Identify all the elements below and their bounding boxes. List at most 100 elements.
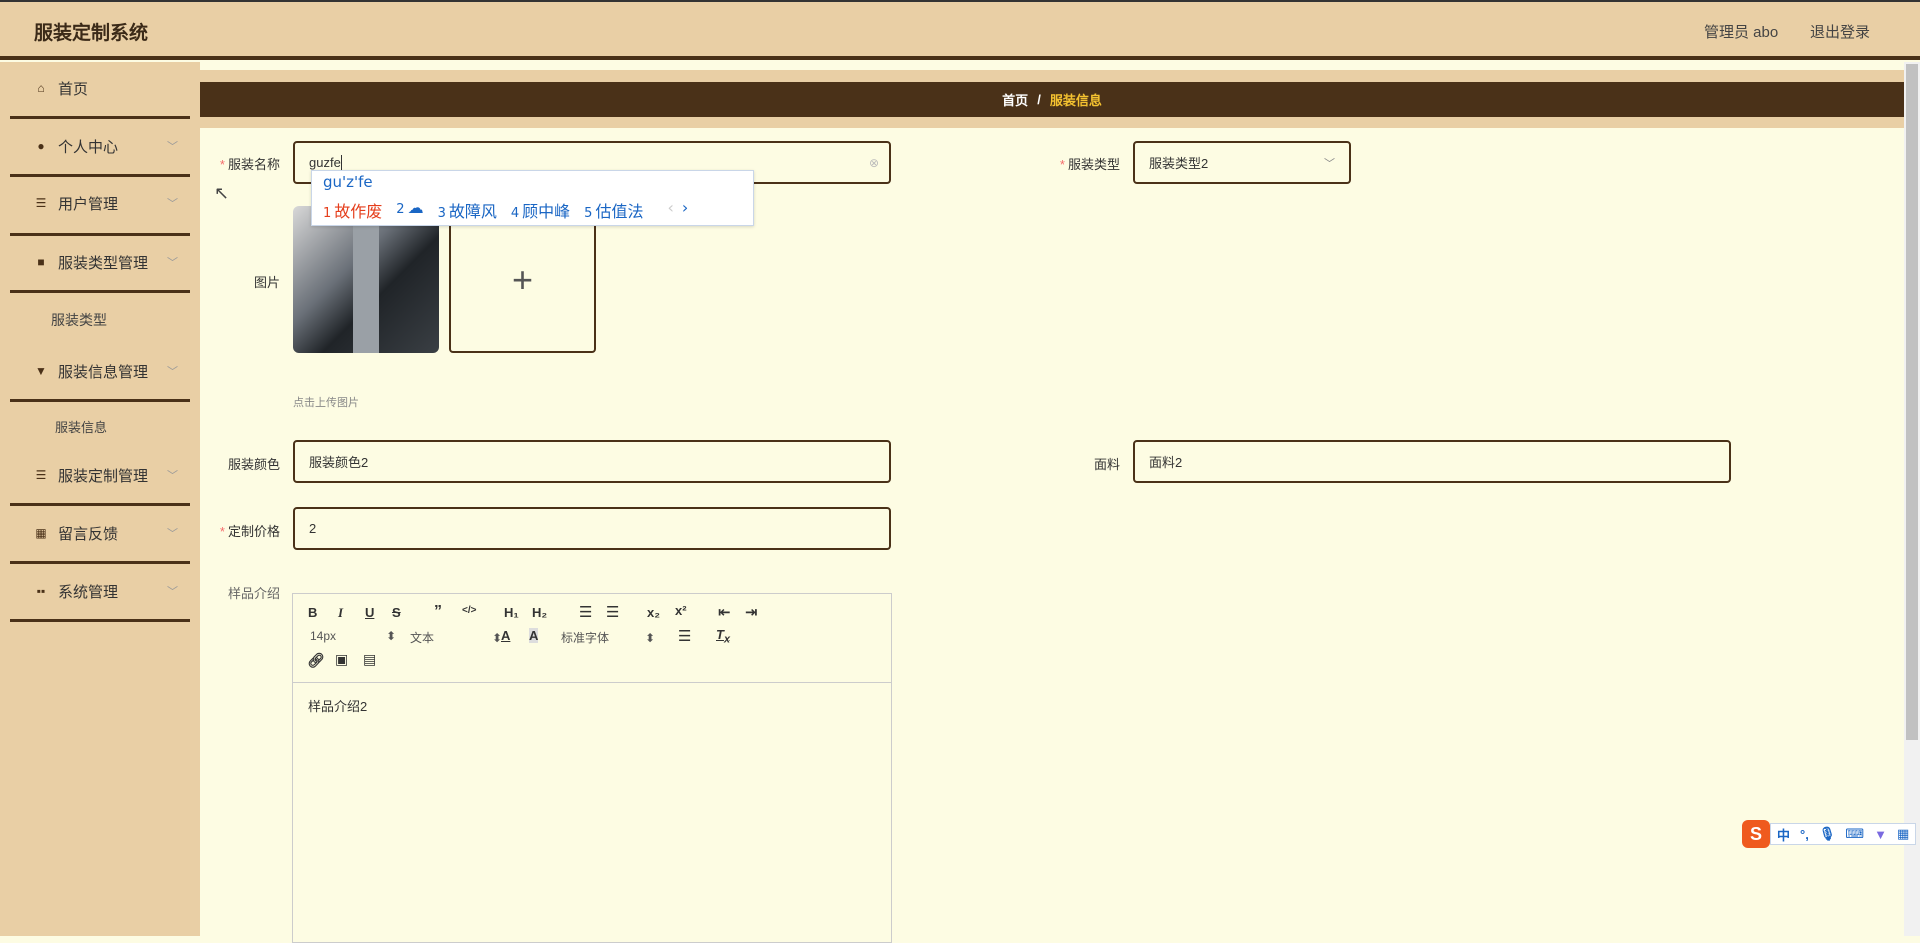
sidebar-item-label: 服装类型管理 [58, 254, 149, 272]
background-color-button[interactable]: A [529, 628, 539, 643]
sidebar-item-type-mgmt[interactable]: ■ 服装类型管理 ﹀ [0, 247, 200, 277]
strike-button[interactable]: S [392, 605, 401, 620]
divider [10, 174, 190, 177]
superscript-button[interactable]: x² [675, 603, 687, 618]
name-label: * 服装名称 [219, 157, 280, 172]
fabric-label: 面料 [1093, 457, 1120, 472]
ime-next-icon[interactable]: › [682, 198, 688, 222]
sidebar-item-feedback[interactable]: ▦ 留言反馈 ﹀ [0, 518, 200, 548]
price-label: * 定制价格 [219, 524, 280, 539]
ordered-list-button[interactable]: ☰ [579, 603, 592, 621]
sidebar-item-profile[interactable]: ● 个人中心 ﹀ [0, 131, 200, 161]
sidebar-item-label: 服装定制管理 [58, 467, 149, 485]
ime-candidate[interactable]: 5 估值法 [584, 198, 643, 222]
sogou-logo-icon[interactable]: S [1742, 820, 1770, 848]
ime-candidate[interactable]: 2 ☁ [396, 198, 423, 222]
bold-button[interactable]: B [308, 605, 317, 620]
user-icon: ● [37, 139, 45, 153]
sidebar-subitem-info[interactable]: 服装信息 [55, 417, 107, 436]
sidebar-item-info-mgmt[interactable]: ▼ 服装信息管理 ﹀ [0, 356, 200, 386]
chevron-down-icon: ﹀ [167, 528, 178, 540]
plus-icon: + [511, 258, 534, 300]
video-icon[interactable]: ▤ [363, 651, 376, 668]
upload-button[interactable]: + [449, 206, 596, 353]
font-size-select[interactable]: 14px ⬍ [310, 629, 396, 643]
price-input[interactable]: 2 [293, 507, 891, 550]
code-button[interactable]: </> [462, 605, 476, 616]
microphone-icon[interactable]: 🎙︎ [1819, 826, 1836, 842]
align-button[interactable]: ☰ [678, 627, 691, 645]
ime-candidate-popup: gu'z'fe 1 故作废 2 ☁ 3 故障风 4 顾中峰 5 估值法 ‹ › [311, 170, 754, 226]
current-user: 管理员 abo [1704, 24, 1779, 41]
editor-content[interactable]: 样品介绍2 [308, 696, 367, 715]
ime-candidate[interactable]: 1 故作废 [323, 198, 382, 222]
grid-icon: ▦ [35, 526, 47, 540]
h1-button[interactable]: H₁ [504, 605, 519, 620]
sliders-icon: ☰ [35, 196, 47, 210]
header [0, 2, 1920, 60]
clear-icon[interactable]: ⊗ [869, 156, 879, 170]
chevron-down-icon: ﹀ [167, 198, 178, 210]
chevron-down-icon: ﹀ [167, 586, 178, 598]
mouse-cursor-icon: ↖ [214, 183, 230, 203]
sidebar-item-label: 留言反馈 [58, 525, 119, 543]
sidebar-item-label: 用户管理 [58, 195, 119, 213]
sidebar-item-home[interactable]: ⌂ 首页 [0, 73, 200, 103]
app-title: 服装定制系统 [34, 23, 149, 44]
chevron-down-icon: ﹀ [167, 366, 178, 378]
color-input[interactable]: 服装颜色2 [293, 440, 891, 483]
divider [10, 503, 190, 506]
scrollbar-thumb[interactable] [1906, 64, 1918, 740]
header-select[interactable]: 文本 ⬍ [410, 629, 502, 646]
uploaded-image-jacket[interactable] [293, 206, 439, 353]
font-family-select[interactable]: 标准字体 ⬍ [561, 629, 655, 646]
sidebar-item-users[interactable]: ☰ 用户管理 ﹀ [0, 188, 200, 218]
underline-button[interactable]: U [365, 605, 374, 620]
blockquote-button[interactable]: ” [434, 603, 442, 621]
type-select[interactable]: 服装类型2 ﹀ [1133, 141, 1351, 184]
subscript-button[interactable]: x₂ [647, 605, 660, 620]
jacket-zipper [353, 216, 379, 353]
breadcrumb-home[interactable]: 首页 [1002, 90, 1028, 109]
text-color-button[interactable]: A [501, 628, 510, 643]
italic-button[interactable]: I [338, 605, 343, 621]
sidebar-item-system[interactable]: ▪▪ 系统管理 ﹀ [0, 576, 200, 606]
ime-candidate[interactable]: 4 顾中峰 [511, 198, 570, 222]
sidebar-item-label: 首页 [58, 80, 89, 98]
apps-icon: ▪▪ [36, 584, 46, 598]
outdent-button[interactable]: ⇤ [718, 603, 731, 621]
chevron-down-icon: ﹀ [167, 470, 178, 482]
sidebar-item-custom-mgmt[interactable]: ☰ 服装定制管理 ﹀ [0, 460, 200, 490]
link-icon[interactable]: 🔗︎ [307, 652, 325, 669]
bullet-list-button[interactable]: ☰ [606, 603, 619, 621]
editor-toolbar: B I U S ” </> H₁ H₂ ☰ ☰ x₂ x² ⇤ ⇥ 14px ⬍ … [293, 594, 891, 683]
indent-button[interactable]: ⇥ [745, 603, 758, 621]
divider [10, 561, 190, 564]
briefcase-icon: ■ [37, 255, 45, 269]
breadcrumb-current: 服装信息 [1049, 93, 1102, 108]
home-icon: ⌂ [37, 81, 45, 95]
cloud-icon: ☁ [407, 198, 424, 217]
divider [10, 116, 190, 119]
divider [10, 619, 190, 622]
ime-mode-toggle[interactable]: 中 [1777, 825, 1790, 844]
punctuation-toggle[interactable]: °, [1800, 827, 1809, 842]
sidebar-subitem-type[interactable]: 服装类型 [51, 310, 107, 330]
divider [10, 399, 190, 402]
sidebar-item-label: 服装信息管理 [58, 363, 149, 381]
logout-link[interactable]: 退出登录 [1810, 21, 1870, 42]
type-label: * 服装类型 [1059, 157, 1120, 172]
keyboard-icon[interactable]: ⌨ [1845, 826, 1864, 842]
ime-candidate[interactable]: 3 故障风 [438, 198, 497, 222]
chevron-down-icon: ﹀ [1324, 157, 1335, 170]
skin-shirt-icon[interactable]: ▼ [1874, 827, 1887, 842]
toolbox-icon[interactable]: ▦ [1897, 826, 1909, 842]
fabric-input[interactable]: 面料2 [1133, 440, 1731, 483]
list-icon: ☰ [35, 468, 47, 482]
h2-button[interactable]: H₂ [532, 605, 547, 620]
clear-format-button[interactable]: Tx [716, 627, 730, 646]
rich-text-editor: B I U S ” </> H₁ H₂ ☰ ☰ x₂ x² ⇤ ⇥ 14px ⬍ … [292, 593, 892, 943]
ime-prev-icon[interactable]: ‹ [667, 198, 673, 222]
ime-status-bar: S 中 °, 🎙︎ ⌨ ▼ ▦ [1742, 820, 1920, 848]
image-icon[interactable]: ▣ [335, 651, 348, 668]
